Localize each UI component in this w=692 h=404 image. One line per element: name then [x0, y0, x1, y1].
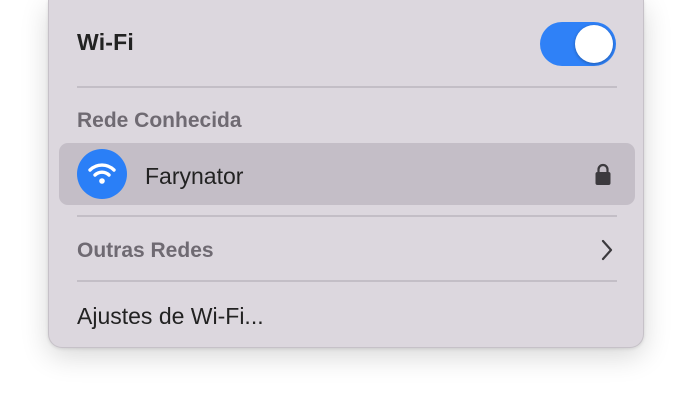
- lock-icon: [595, 162, 611, 191]
- other-networks-item[interactable]: Outras Redes: [59, 221, 635, 279]
- wifi-menu: Wi-Fi Rede Conhecida Farynator Outras Re…: [48, 0, 644, 348]
- divider: [77, 215, 617, 217]
- wifi-icon: [77, 149, 127, 199]
- toggle-knob: [575, 25, 613, 63]
- divider: [77, 280, 617, 282]
- divider: [77, 86, 617, 88]
- wifi-title: Wi-Fi: [77, 29, 134, 55]
- wifi-settings-label: Ajustes de Wi-Fi...: [77, 303, 264, 329]
- other-networks-label: Outras Redes: [77, 239, 214, 262]
- wifi-toggle[interactable]: [540, 22, 616, 66]
- known-network-header: Rede Conhecida: [77, 109, 242, 132]
- network-name: Farynator: [145, 163, 244, 189]
- network-item-farynator[interactable]: Farynator: [59, 143, 635, 205]
- chevron-right-icon: [600, 239, 614, 266]
- wifi-settings-item[interactable]: Ajustes de Wi-Fi...: [59, 285, 635, 341]
